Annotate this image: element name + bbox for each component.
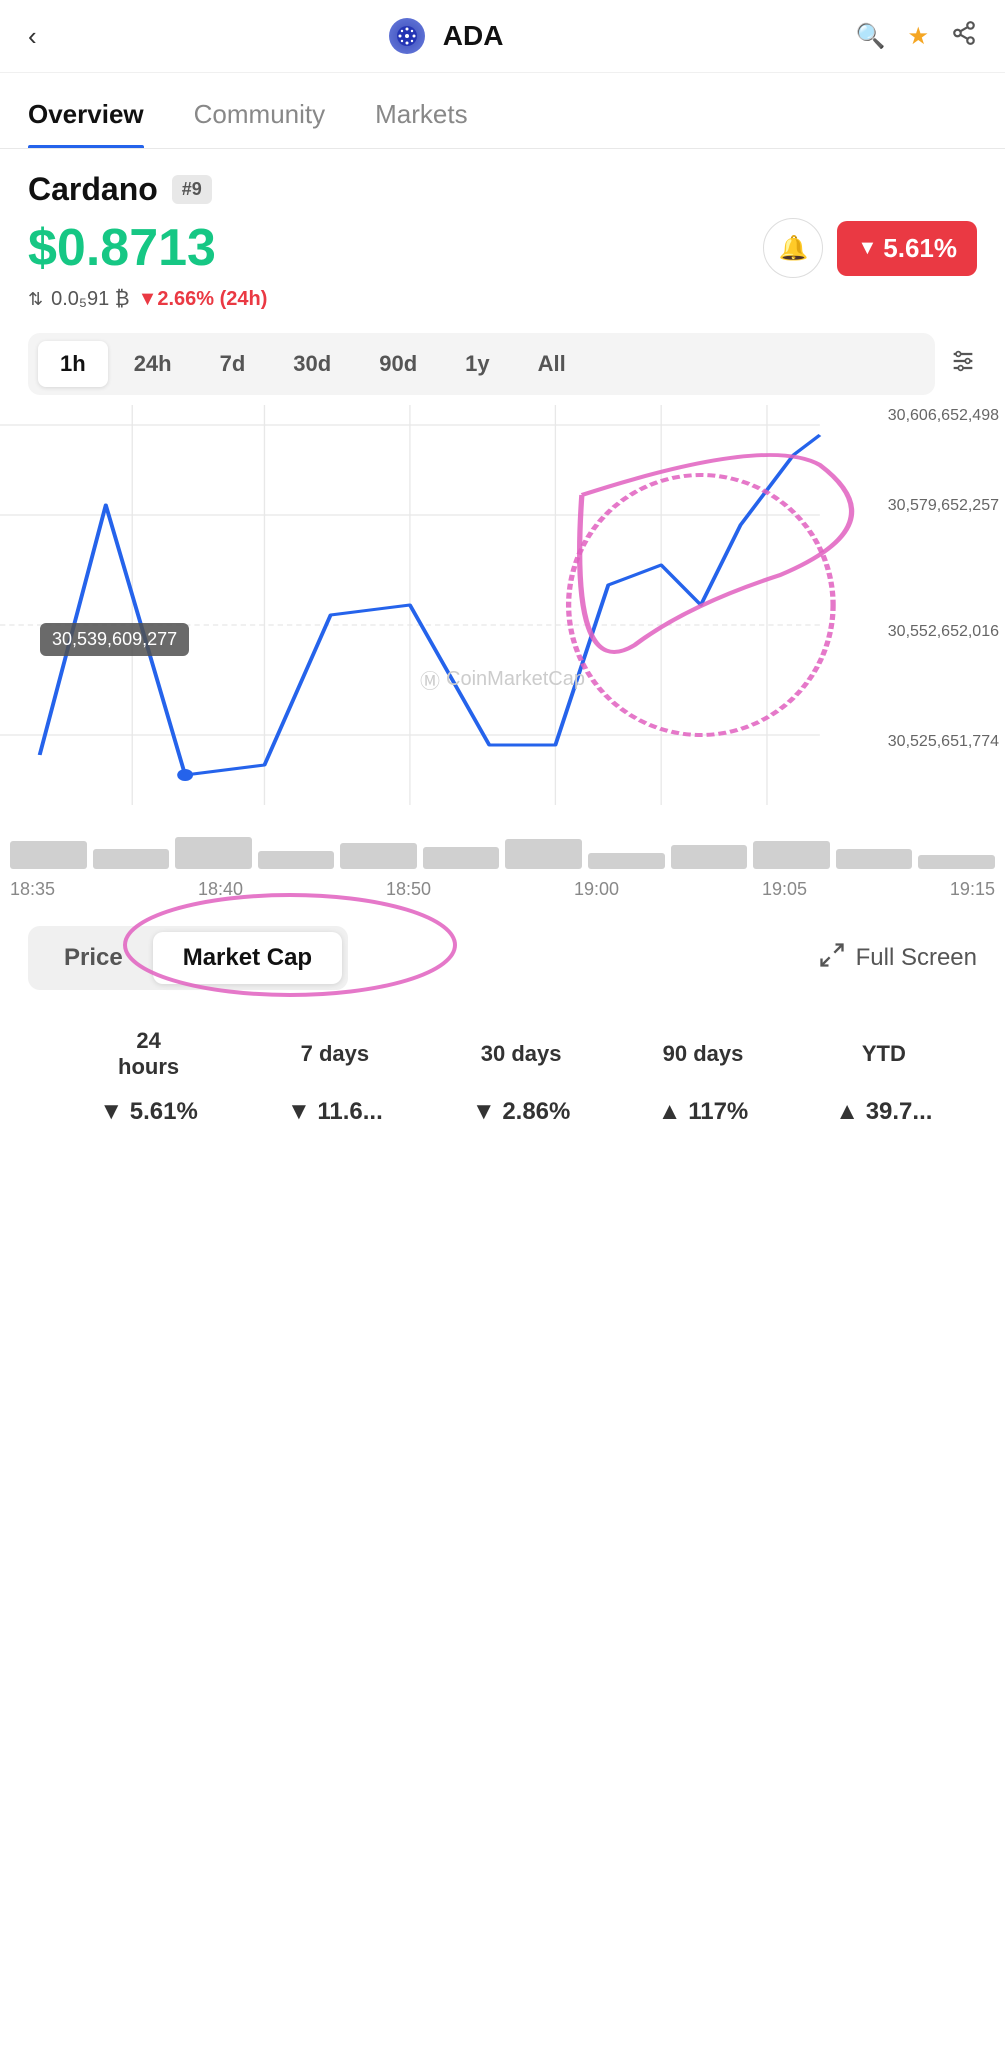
marketcap-toggle-btn[interactable]: Market Cap [153, 932, 342, 984]
perf-7d: ▼ 11.6... [243, 1090, 427, 1134]
coin-price: $0.8713 [28, 218, 216, 278]
cmc-label: CoinMarketCap [446, 668, 585, 691]
tab-row: Overview Community Markets [0, 81, 1005, 149]
btc-row: ⇅ 0.0₅91 ₿ ▼2.66% (24h) [28, 288, 977, 311]
perf-ytd: ▲ 39.7... [791, 1090, 977, 1134]
mini-bar-2 [93, 849, 170, 869]
fullscreen-icon [818, 941, 846, 976]
price-toggle-btn[interactable]: Price [34, 932, 153, 984]
coin-title: ADA [443, 20, 504, 52]
perf-header-empty [28, 1018, 54, 1090]
price-change-row: $0.8713 🔔 ▼ 5.61% [28, 218, 977, 278]
coin-info: Cardano #9 $0.8713 🔔 ▼ 5.61% ⇅ 0.0₅91 ₿ … [0, 149, 1005, 323]
perf-data-row: ▼ 5.61% ▼ 11.6... ▼ 2.86% ▲ 117% ▲ 39.7.… [28, 1090, 977, 1134]
change-value: 5.61% [883, 233, 957, 264]
price-change-badge: ▼ 5.61% [837, 221, 977, 276]
chart-tooltip: 30,539,609,277 [40, 623, 189, 656]
cmc-watermark: Ⓜ CoinMarketCap [420, 665, 585, 694]
price-right: 🔔 ▼ 5.61% [763, 218, 977, 278]
chart-xaxis: 18:35 18:40 18:50 19:00 19:05 19:15 [0, 875, 1005, 900]
fullscreen-button[interactable]: Full Screen [818, 941, 977, 976]
tab-overview[interactable]: Overview [28, 81, 144, 148]
time-filter-inner: 1h 24h 7d 30d 90d 1y All [28, 333, 935, 395]
perf-header-7d: 7 days [243, 1018, 427, 1090]
mini-bar-12 [918, 855, 995, 869]
perf-30d: ▼ 2.86% [427, 1090, 615, 1134]
top-bar-center: ADA [389, 18, 504, 54]
mini-bar-3 [175, 837, 252, 869]
coin-rank: #9 [172, 175, 212, 204]
time-btn-all[interactable]: All [516, 341, 588, 387]
mini-bar-4 [258, 851, 335, 869]
x-label-1840: 18:40 [198, 879, 243, 900]
y-label-4: 30,525,651,774 [888, 733, 999, 751]
time-btn-30d[interactable]: 30d [271, 341, 353, 387]
mini-bar-11 [836, 849, 913, 869]
mini-bar-7 [505, 839, 582, 869]
coin-name-row: Cardano #9 [28, 171, 977, 208]
chart-area: 30,606,652,498 30,579,652,257 30,552,652… [0, 405, 1005, 910]
fullscreen-label: Full Screen [856, 944, 977, 972]
back-icon[interactable]: ‹ [28, 21, 37, 52]
favorite-icon[interactable]: ★ [907, 22, 929, 51]
chart-type-toggle: Price Market Cap [28, 926, 348, 990]
transfer-icon: ⇅ [28, 289, 43, 310]
x-label-1900: 19:00 [574, 879, 619, 900]
x-label-1905: 19:05 [762, 879, 807, 900]
performance-section: 24hours 7 days 30 days 90 days YTD ▼ 5.6… [0, 1000, 1005, 1164]
alert-button[interactable]: 🔔 [763, 218, 823, 278]
x-label-1850: 18:50 [386, 879, 431, 900]
btc-change: ▼2.66% (24h) [138, 288, 268, 311]
tab-markets[interactable]: Markets [375, 81, 467, 148]
time-btn-24h[interactable]: 24h [112, 341, 194, 387]
mini-bar-10 [753, 841, 830, 869]
x-label-1835: 18:35 [10, 879, 55, 900]
mini-bars [0, 825, 1005, 875]
mini-bar-9 [671, 845, 748, 869]
top-bar-right: 🔍 ★ [856, 20, 977, 53]
y-label-1: 30,606,652,498 [888, 407, 999, 425]
mini-bar-8 [588, 853, 665, 869]
mini-bar-1 [10, 841, 87, 869]
x-label-1915: 19:15 [950, 879, 995, 900]
mini-bar-6 [423, 847, 500, 869]
top-bar: ‹ ADA 🔍 ★ [0, 0, 1005, 73]
cmc-logo: Ⓜ [420, 665, 440, 694]
performance-table: 24hours 7 days 30 days 90 days YTD ▼ 5.6… [28, 1018, 977, 1134]
perf-header-90d: 90 days [615, 1018, 790, 1090]
price-chart-svg [0, 405, 1005, 825]
chart-settings-icon[interactable] [949, 347, 977, 382]
perf-header-30d: 30 days [427, 1018, 615, 1090]
tab-community[interactable]: Community [194, 81, 325, 148]
perf-header-row: 24hours 7 days 30 days 90 days YTD [28, 1018, 977, 1090]
coin-name: Cardano [28, 171, 158, 208]
perf-header-24h: 24hours [54, 1018, 242, 1090]
share-icon[interactable] [951, 20, 977, 53]
coin-icon [389, 18, 425, 54]
time-btn-1y[interactable]: 1y [443, 341, 511, 387]
y-label-2: 30,579,652,257 [888, 497, 999, 515]
y-label-3: 30,552,652,016 [888, 623, 999, 641]
perf-row-label [28, 1090, 54, 1134]
chart-toggle: Price Market Cap Full Screen [0, 910, 1005, 1000]
mini-bar-5 [340, 843, 417, 869]
perf-24h: ▼ 5.61% [54, 1090, 242, 1134]
top-bar-left: ‹ [28, 21, 37, 52]
btc-price: 0.0₅91 ₿ [51, 288, 129, 311]
time-btn-7d[interactable]: 7d [198, 341, 268, 387]
chart-container[interactable]: 30,606,652,498 30,579,652,257 30,552,652… [0, 405, 1005, 825]
time-btn-90d[interactable]: 90d [357, 341, 439, 387]
change-arrow: ▼ [857, 237, 877, 260]
search-icon[interactable]: 🔍 [856, 22, 886, 51]
perf-header-ytd: YTD [791, 1018, 977, 1090]
time-filter: 1h 24h 7d 30d 90d 1y All [0, 323, 1005, 405]
time-btn-1h[interactable]: 1h [38, 341, 108, 387]
perf-90d: ▲ 117% [615, 1090, 790, 1134]
